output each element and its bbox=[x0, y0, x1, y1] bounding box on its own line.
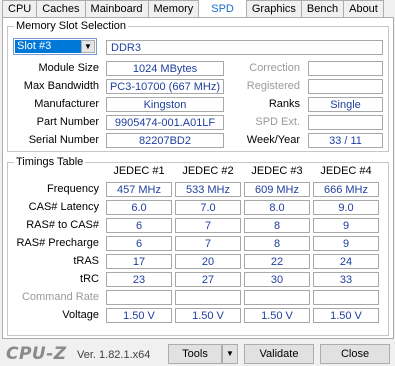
tab-bench[interactable]: Bench bbox=[300, 0, 345, 17]
validate-button[interactable]: Validate bbox=[244, 344, 314, 364]
spd-ext-value bbox=[308, 115, 383, 130]
timing-cell: 24 bbox=[313, 254, 379, 269]
timing-row-label: Voltage bbox=[62, 309, 99, 321]
correction-label: Correction bbox=[249, 62, 300, 74]
timing-cell: 609 MHz bbox=[244, 182, 310, 197]
timing-cell bbox=[175, 290, 241, 305]
timing-row-label: tRAS bbox=[73, 255, 99, 267]
footer-bar: CPU-Z Ver. 1.82.1.x64 Tools ▼ Validate C… bbox=[0, 340, 395, 366]
module-size-value: 1024 MBytes bbox=[106, 61, 224, 76]
timing-cell: 7 bbox=[175, 218, 241, 233]
timing-cell: 9 bbox=[313, 236, 379, 251]
week-year-label: Week/Year bbox=[246, 134, 300, 146]
tools-button[interactable]: Tools bbox=[168, 344, 222, 364]
slot-select-value: Slot #3 bbox=[15, 40, 82, 53]
part-number-label: Part Number bbox=[36, 116, 99, 128]
cpuz-logo: CPU-Z bbox=[6, 344, 67, 364]
tab-about[interactable]: About bbox=[343, 0, 384, 17]
timing-cell bbox=[106, 290, 172, 305]
timing-cell bbox=[313, 290, 379, 305]
registered-label: Registered bbox=[246, 80, 300, 92]
tab-graphics[interactable]: Graphics bbox=[245, 0, 302, 17]
tab-memory[interactable]: Memory bbox=[147, 0, 200, 17]
timing-row-label: Frequency bbox=[47, 183, 99, 195]
timing-row-label: tRC bbox=[80, 273, 99, 285]
timing-row-label: CAS# Latency bbox=[28, 201, 99, 213]
serial-number-label: Serial Number bbox=[28, 134, 99, 146]
timing-cell: 20 bbox=[175, 254, 241, 269]
serial-number-value: 82207BD2 bbox=[106, 133, 224, 148]
timing-cell: 1.50 V bbox=[244, 308, 310, 323]
timing-cell: 27 bbox=[175, 272, 241, 287]
timing-cell: 33 bbox=[313, 272, 379, 287]
timing-cell: 1.50 V bbox=[106, 308, 172, 323]
memory-type-value: DDR3 bbox=[106, 40, 383, 55]
timing-row-label: Command Rate bbox=[21, 291, 99, 303]
max-bandwidth-value: PC3-10700 (667 MHz) bbox=[106, 79, 224, 94]
timings-header: JEDEC #2 bbox=[182, 165, 234, 177]
tab-caches[interactable]: Caches bbox=[36, 0, 86, 17]
timing-row-label: RAS# to CAS# bbox=[26, 219, 99, 231]
timing-cell: 457 MHz bbox=[106, 182, 172, 197]
tab-mainboard[interactable]: Mainboard bbox=[84, 0, 149, 17]
timing-cell: 6.0 bbox=[106, 200, 172, 215]
spd-ext-label: SPD Ext. bbox=[255, 116, 300, 128]
timing-cell: 7 bbox=[175, 236, 241, 251]
timings-header: JEDEC #3 bbox=[251, 165, 303, 177]
week-year-value: 33 / 11 bbox=[308, 133, 383, 148]
timing-cell: 1.50 V bbox=[175, 308, 241, 323]
max-bandwidth-label: Max Bandwidth bbox=[23, 80, 99, 92]
module-size-label: Module Size bbox=[38, 62, 99, 74]
timing-cell: 6 bbox=[106, 236, 172, 251]
timing-cell: 666 MHz bbox=[313, 182, 379, 197]
timing-cell: 7.0 bbox=[175, 200, 241, 215]
timing-cell: 8 bbox=[244, 236, 310, 251]
correction-value bbox=[308, 61, 383, 76]
timing-row-label: RAS# Precharge bbox=[16, 237, 99, 249]
timing-cell: 23 bbox=[106, 272, 172, 287]
ranks-value: Single bbox=[308, 97, 383, 112]
timing-cell: 22 bbox=[244, 254, 310, 269]
timing-cell: 17 bbox=[106, 254, 172, 269]
timing-cell: 8.0 bbox=[244, 200, 310, 215]
timings-legend: Timings Table bbox=[16, 156, 84, 168]
manufacturer-value: Kingston bbox=[106, 97, 224, 112]
timing-cell: 533 MHz bbox=[175, 182, 241, 197]
tab-spd[interactable]: SPD bbox=[198, 0, 247, 17]
tab-bar: CPU Caches Mainboard Memory SPD Graphics… bbox=[2, 0, 384, 18]
timing-cell: 6 bbox=[106, 218, 172, 233]
chevron-down-icon[interactable]: ▼ bbox=[222, 344, 238, 364]
timings-header: JEDEC #4 bbox=[320, 165, 372, 177]
manufacturer-label: Manufacturer bbox=[34, 98, 99, 110]
chevron-down-icon[interactable]: ▼ bbox=[81, 40, 95, 53]
spd-panel: Memory Slot Selection Slot #3 ▼ DDR3 Mod… bbox=[2, 17, 394, 339]
part-number-value: 9905474-001.A01LF bbox=[106, 115, 224, 130]
timing-cell: 8 bbox=[244, 218, 310, 233]
registered-value bbox=[308, 79, 383, 94]
timing-cell: 1.50 V bbox=[313, 308, 379, 323]
timings-header: JEDEC #1 bbox=[113, 165, 165, 177]
tab-cpu[interactable]: CPU bbox=[2, 0, 38, 17]
version-text: Ver. 1.82.1.x64 bbox=[77, 349, 151, 361]
slot-select[interactable]: Slot #3 ▼ bbox=[13, 38, 97, 55]
memory-slot-legend: Memory Slot Selection bbox=[16, 20, 127, 32]
close-button[interactable]: Close bbox=[320, 344, 390, 364]
timing-cell: 30 bbox=[244, 272, 310, 287]
timing-cell: 9 bbox=[313, 218, 379, 233]
timing-cell bbox=[244, 290, 310, 305]
timing-cell: 9.0 bbox=[313, 200, 379, 215]
ranks-label: Ranks bbox=[268, 98, 300, 110]
